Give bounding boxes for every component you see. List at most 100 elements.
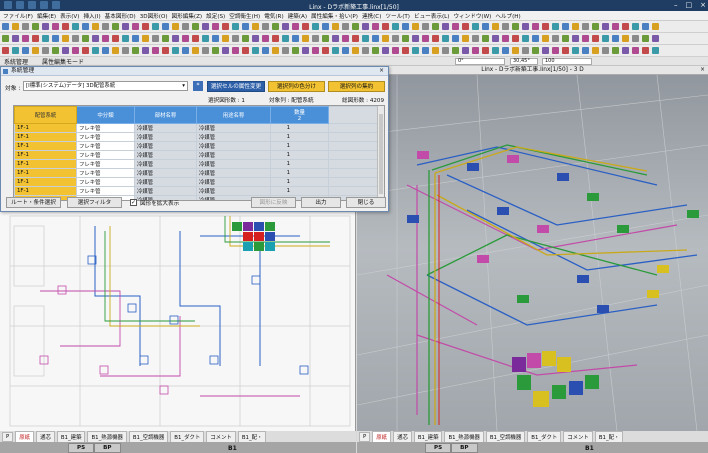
toolbar-tool-icon[interactable] — [82, 35, 89, 42]
menu-basic-shape[interactable]: 基本図形(D) — [105, 12, 136, 20]
toolbar-tool-icon[interactable] — [202, 47, 209, 54]
toolbar-tool-icon[interactable] — [432, 23, 439, 30]
toolbar-tool-icon[interactable] — [352, 47, 359, 54]
maximize-icon[interactable]: □ — [686, 1, 693, 9]
target-select[interactable]: [I標準(システム)データ] 3D配管系統 ▾ — [23, 81, 188, 91]
toolbar-tool-icon[interactable] — [482, 35, 489, 42]
toolbar-tool-icon[interactable] — [572, 23, 579, 30]
star-button[interactable]: * — [193, 81, 203, 91]
toolbar-tool-icon[interactable] — [422, 47, 429, 54]
layer-tab[interactable]: 原紙 — [15, 431, 35, 442]
col-header[interactable]: 部材名称 — [134, 106, 197, 124]
selected-cell-attr-button[interactable]: 選択セルの属性変更 — [207, 81, 265, 92]
toolbar-tool-icon[interactable] — [372, 47, 379, 54]
toolbar-tool-icon[interactable] — [222, 23, 229, 30]
layer-tab-nav[interactable]: P — [359, 431, 371, 442]
toolbar-tool-icon[interactable] — [272, 23, 279, 30]
toolbar-tool-icon[interactable] — [542, 35, 549, 42]
toolbar-tool-icon[interactable] — [312, 35, 319, 42]
toolbar-tool-icon[interactable] — [92, 47, 99, 54]
toolbar-tool-icon[interactable] — [192, 47, 199, 54]
menu-link[interactable]: 連携(C) — [362, 12, 381, 20]
toolbar-tool-icon[interactable] — [392, 23, 399, 30]
rotation-input[interactable]: 30,45° — [510, 58, 538, 65]
route-condition-button[interactable]: ルート・条件選択 — [6, 197, 61, 208]
toolbar-tool-icon[interactable] — [2, 47, 9, 54]
output-button[interactable]: 出力 — [301, 197, 341, 208]
toolbar-tool-icon[interactable] — [152, 47, 159, 54]
layer-tab[interactable]: 通芯 — [36, 431, 55, 442]
toolbar-tool-icon[interactable] — [102, 47, 109, 54]
toolbar-tool-icon[interactable] — [302, 35, 309, 42]
toolbar-tool-icon[interactable] — [572, 47, 579, 54]
floor-tab-bp[interactable]: BP — [451, 442, 478, 453]
toolbar-tool-icon[interactable] — [182, 35, 189, 42]
toolbar-tool-icon[interactable] — [252, 23, 259, 30]
toolbar-tool-icon[interactable] — [132, 35, 139, 42]
select-filter-button[interactable]: 選択フィルタ — [67, 197, 122, 208]
toolbar-tool-icon[interactable] — [142, 23, 149, 30]
toolbar-tool-icon[interactable] — [512, 23, 519, 30]
toolbar-tool-icon[interactable] — [452, 23, 459, 30]
toolbar-tool-icon[interactable] — [632, 35, 639, 42]
minimize-icon[interactable]: – — [674, 1, 678, 9]
toolbar-tool-icon[interactable] — [282, 23, 289, 30]
table-cell[interactable]: 冷媒管 — [134, 141, 197, 151]
table-row[interactable]: 1F-1フレキ管冷媒管冷媒管1 — [14, 141, 379, 151]
toolbar-tool-icon[interactable] — [552, 47, 559, 54]
toolbar-tool-icon[interactable] — [182, 47, 189, 54]
layer-tab[interactable]: 通芯 — [393, 431, 412, 442]
toolbar-tool-icon[interactable] — [642, 35, 649, 42]
toolbar-tool-icon[interactable] — [112, 35, 119, 42]
toolbar-tool-icon[interactable] — [442, 23, 449, 30]
floor-tab-ps[interactable]: PS — [425, 442, 452, 453]
floor-tab-bp[interactable]: BP — [94, 442, 121, 453]
toolbar-tool-icon[interactable] — [72, 23, 79, 30]
toolbar-tool-icon[interactable] — [412, 47, 419, 54]
toolbar-tool-icon[interactable] — [452, 35, 459, 42]
toolbar-tool-icon[interactable] — [212, 47, 219, 54]
toolbar-tool-icon[interactable] — [392, 35, 399, 42]
toolbar-tool-icon[interactable] — [522, 47, 529, 54]
toolbar-tool-icon[interactable] — [262, 23, 269, 30]
layer-tab[interactable]: 原紙 — [372, 431, 392, 442]
toolbar-tool-icon[interactable] — [642, 23, 649, 30]
toolbar-tool-icon[interactable] — [402, 23, 409, 30]
menu-view-display[interactable]: ビュー表示(L) — [414, 12, 449, 20]
layer-tab[interactable]: B1_空調機器 — [128, 431, 169, 442]
toolbar-tool-icon[interactable] — [612, 47, 619, 54]
toolbar-tool-icon[interactable] — [82, 47, 89, 54]
toolbar-tool-icon[interactable] — [502, 23, 509, 30]
toolbar-tool-icon[interactable] — [482, 47, 489, 54]
menu-shape-edit[interactable]: 図形編集(Z) — [172, 12, 203, 20]
aggregate-button[interactable]: 選択列の集約 — [328, 81, 385, 92]
toolbar-tool-icon[interactable] — [332, 35, 339, 42]
table-cell[interactable]: 1F-1 — [14, 177, 77, 187]
toolbar-tool-icon[interactable] — [612, 35, 619, 42]
layer-tab[interactable]: コメント — [206, 431, 236, 442]
toolbar-tool-icon[interactable] — [322, 23, 329, 30]
toolbar-tool-icon[interactable] — [592, 47, 599, 54]
toolbar-tool-icon[interactable] — [462, 47, 469, 54]
menu-3d-shape[interactable]: 3D図形(O) — [140, 12, 168, 20]
color-select-button[interactable]: 選択列の色分け — [268, 81, 325, 92]
toolbar-tool-icon[interactable] — [532, 47, 539, 54]
toolbar-tool-icon[interactable] — [472, 23, 479, 30]
toolbar-tool-icon[interactable] — [362, 35, 369, 42]
toolbar-tool-icon[interactable] — [332, 23, 339, 30]
toolbar-tool-icon[interactable] — [82, 23, 89, 30]
toolbar-tool-icon[interactable] — [32, 35, 39, 42]
toolbar-tool-icon[interactable] — [32, 47, 39, 54]
toolbar-tool-icon[interactable] — [162, 47, 169, 54]
toolbar-tool-icon[interactable] — [92, 23, 99, 30]
menu-hvac[interactable]: 空調衛生(H) — [229, 12, 260, 20]
table-cell[interactable]: フレキ管 — [76, 177, 135, 187]
table-cell[interactable]: 冷媒管 — [134, 177, 197, 187]
toolbar-tool-icon[interactable] — [232, 23, 239, 30]
toolbar-tool-icon[interactable] — [52, 23, 59, 30]
toolbar-tool-icon[interactable] — [132, 47, 139, 54]
toolbar-tool-icon[interactable] — [112, 23, 119, 30]
angle-input[interactable]: 0° — [455, 58, 505, 65]
table-cell[interactable]: 冷媒管 — [196, 159, 271, 169]
toolbar-tool-icon[interactable] — [602, 35, 609, 42]
